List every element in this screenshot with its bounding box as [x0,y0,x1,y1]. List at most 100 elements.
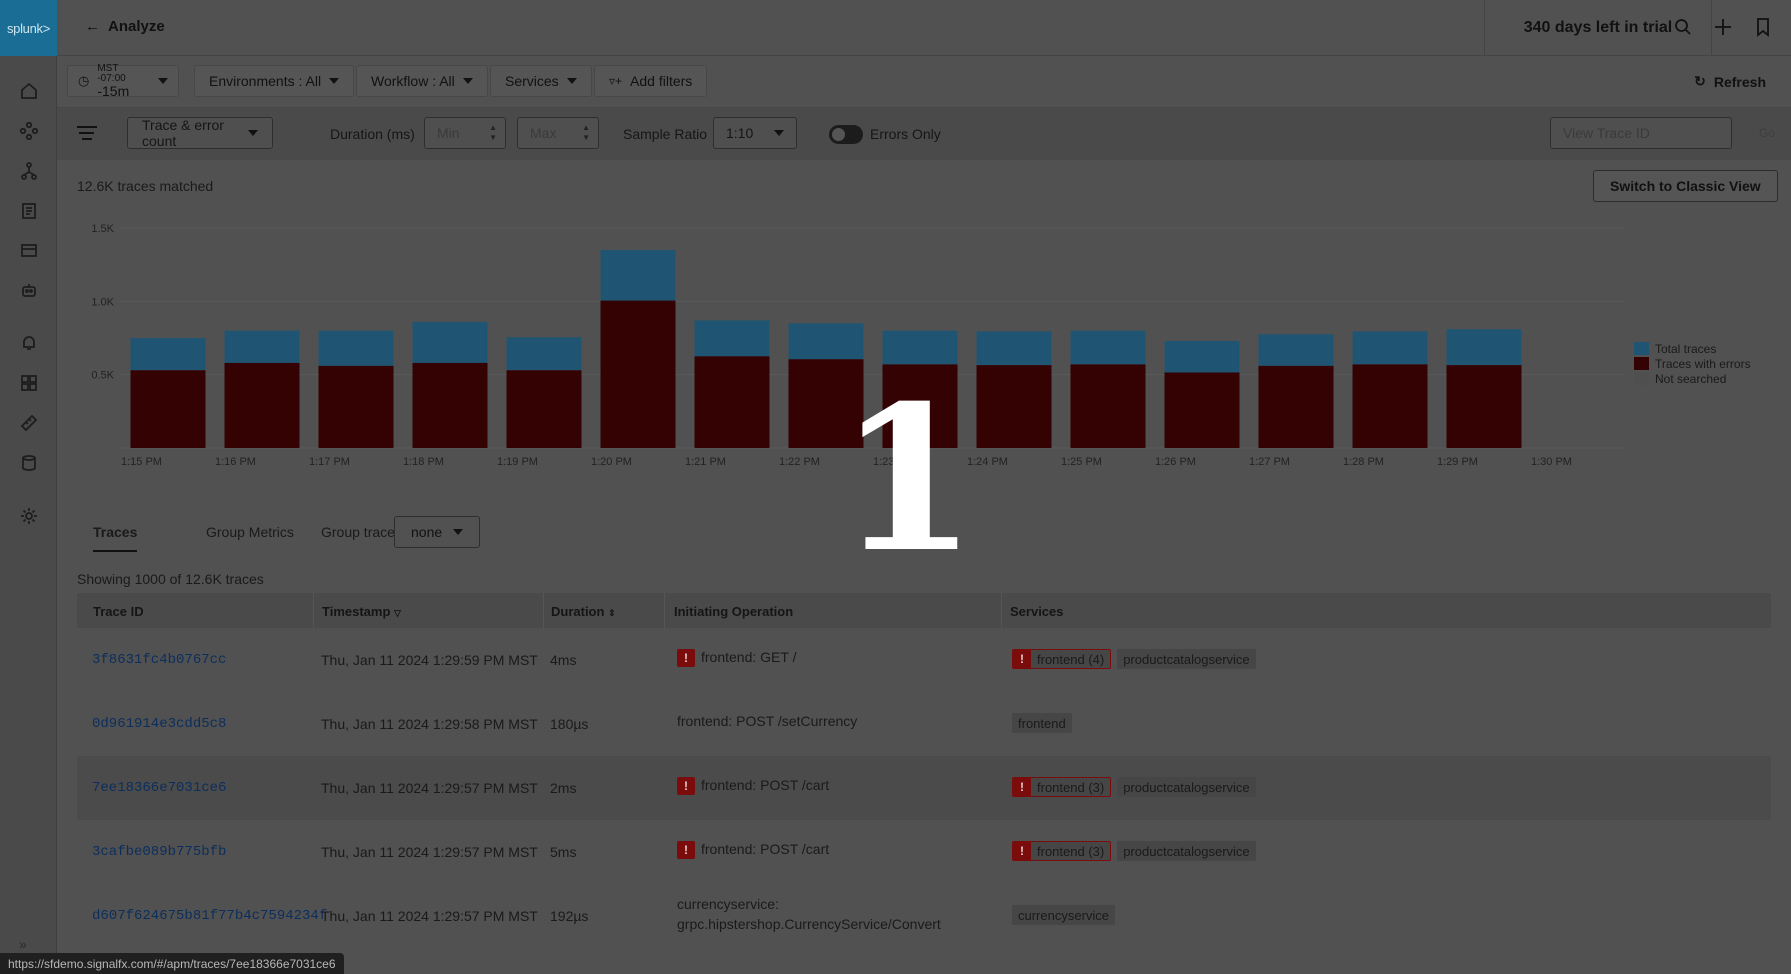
bar-total-traces[interactable] [1164,340,1240,373]
trace-id-link[interactable]: 0d961914e3cdd5c8 [92,716,226,732]
group-by-select[interactable]: none [394,516,480,548]
service-tag[interactable]: ! frontend (3) [1012,841,1112,861]
expand-nav-icon[interactable]: » [19,936,27,952]
bar-total-traces[interactable] [1352,331,1428,365]
ruler-icon[interactable] [18,412,40,434]
bar-total-traces[interactable] [694,320,770,357]
table-row[interactable]: 3cafbe089b775bfb Thu, Jan 11 2024 1:29:57… [77,820,1771,884]
legend-item-not-searched[interactable]: Not searched [1634,371,1751,386]
duration-min-input[interactable]: Min ▲ ▼ [424,117,506,149]
column-divider[interactable] [664,593,665,628]
chevron-down-icon [462,78,473,84]
synthetics-icon[interactable] [18,280,40,302]
table-row[interactable]: 7ee18366e7031ce6 Thu, Jan 11 2024 1:29:57… [77,756,1771,820]
go-button[interactable]: Go [1759,126,1775,140]
apm-icon[interactable] [18,160,40,182]
operation-line: grpc.hipstershop.CurrencyService/Convert [677,916,941,932]
initiating-operation: ! frontend: POST /cart [677,841,829,860]
service-tag[interactable]: productcatalogservice [1117,649,1256,669]
trace-id-link[interactable]: d607f624675b81f77b4c7594234f [92,908,327,924]
bar-total-traces[interactable] [506,337,582,371]
bar-traces-with-errors[interactable] [412,362,488,448]
table-row[interactable]: 0d961914e3cdd5c8 Thu, Jan 11 2024 1:29:58… [77,692,1771,756]
time-range-picker[interactable]: ◷ MST -07:00 -15m [67,64,179,98]
stepper-icon[interactable]: ▲ ▼ [489,123,497,143]
service-tag[interactable]: frontend [1012,713,1072,733]
table-row[interactable]: 3f8631fc4b0767cc Thu, Jan 11 2024 1:29:59… [77,628,1771,692]
column-divider[interactable] [1001,593,1002,628]
column-divider[interactable] [313,593,314,628]
trace-id-link[interactable]: 7ee18366e7031ce6 [92,780,226,796]
bar-traces-with-errors[interactable] [694,356,770,448]
th-timestamp[interactable]: Timestamp ▽ [322,604,401,619]
legend-item-total[interactable]: Total traces [1634,341,1751,356]
bar-total-traces[interactable] [600,250,676,301]
tab-traces[interactable]: Traces [93,524,137,552]
errors-only-toggle[interactable] [829,125,863,144]
service-tag[interactable]: ! frontend (4) [1012,649,1112,669]
back-to-analyze[interactable]: ← Analyze [85,18,165,35]
add-filters-label: Add filters [630,73,693,89]
bar-traces-with-errors[interactable] [506,370,582,448]
bar-total-traces[interactable] [224,330,300,363]
bar-traces-with-errors[interactable] [1070,364,1146,448]
infrastructure-icon[interactable] [18,120,40,142]
th-initiating-operation[interactable]: Initiating Operation [674,604,793,619]
bar-total-traces[interactable] [412,321,488,363]
th-services[interactable]: Services [1010,604,1064,619]
bar-traces-with-errors[interactable] [130,370,206,448]
bar-total-traces[interactable] [1070,330,1146,365]
alerts-icon[interactable] [18,332,40,354]
plus-icon[interactable] [1713,17,1735,39]
services-filter[interactable]: Services [490,65,592,97]
bar-traces-with-errors[interactable] [1258,365,1334,448]
bar-total-traces[interactable] [976,331,1052,366]
table-row[interactable]: d607f624675b81f77b4c7594234f Thu, Jan 11 … [77,884,1771,948]
bar-traces-with-errors[interactable] [600,300,676,448]
add-filters-button[interactable]: ▿+ Add filters [594,65,708,97]
rum-icon[interactable] [18,240,40,262]
search-icon[interactable] [1673,17,1695,39]
services-cell: ! frontend (3) productcatalogservice [1012,777,1262,797]
bar-traces-with-errors[interactable] [1446,365,1522,448]
bar-total-traces[interactable] [130,338,206,371]
workflow-filter[interactable]: Workflow : All [356,65,488,97]
trace-id-link[interactable]: 3cafbe089b775bfb [92,844,226,860]
legend-item-errors[interactable]: Traces with errors [1634,356,1751,371]
dashboards-icon[interactable] [18,372,40,394]
splunk-logo[interactable]: splunk> [0,0,57,56]
sample-ratio-select[interactable]: 1:10 [713,117,797,149]
refresh-button[interactable]: ↻ Refresh [1694,73,1766,90]
settings-icon[interactable] [18,505,40,527]
trace-id-link[interactable]: 3f8631fc4b0767cc [92,652,226,668]
service-tag[interactable]: ! frontend (3) [1012,777,1112,797]
duration-max-input[interactable]: Max ▲ ▼ [517,117,599,149]
bar-total-traces[interactable] [1258,334,1334,366]
bar-traces-with-errors[interactable] [1164,372,1240,448]
switch-classic-view-button[interactable]: Switch to Classic View [1593,170,1778,202]
database-icon[interactable] [18,452,40,474]
bookmark-icon[interactable] [1753,17,1775,39]
bar-traces-with-errors[interactable] [318,365,394,448]
tab-group-metrics[interactable]: Group Metrics [206,524,294,540]
log-observer-icon[interactable] [18,200,40,222]
view-trace-id-input[interactable]: View Trace ID [1550,117,1732,149]
bar-total-traces[interactable] [882,330,958,365]
metric-select[interactable]: Trace & error count [127,117,273,149]
bar-total-traces[interactable] [318,330,394,366]
bar-total-traces[interactable] [788,323,864,360]
service-tag[interactable]: productcatalogservice [1117,777,1256,797]
service-tag[interactable]: productcatalogservice [1117,841,1256,861]
bar-traces-with-errors[interactable] [1352,364,1428,448]
sidebar-toggle-icon[interactable] [77,126,97,140]
bar-traces-with-errors[interactable] [976,365,1052,448]
bar-traces-with-errors[interactable] [224,362,300,448]
environments-filter[interactable]: Environments : All [194,65,355,97]
stepper-icon[interactable]: ▲ ▼ [582,123,590,143]
service-tag[interactable]: currencyservice [1012,905,1116,925]
column-divider[interactable] [543,593,544,628]
th-trace-id[interactable]: Trace ID [93,604,144,619]
home-icon[interactable] [18,80,40,102]
th-duration[interactable]: Duration ⇕ [551,604,616,619]
bar-total-traces[interactable] [1446,329,1522,366]
